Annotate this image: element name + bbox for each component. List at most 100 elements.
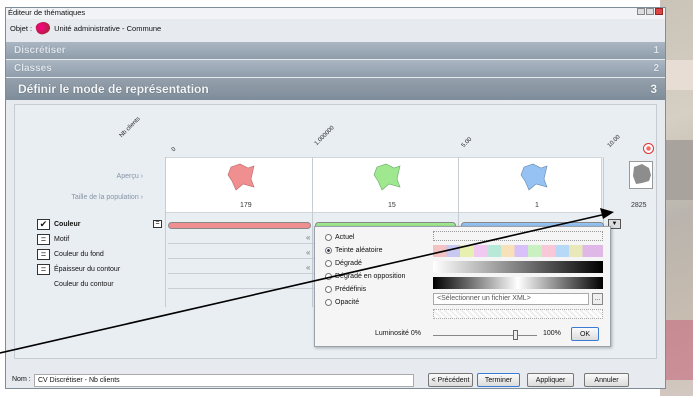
total-preview-box [629,161,653,189]
property-row-couleur-fond[interactable]: = Couleur du fond [37,248,187,261]
option-label: Opacité [335,299,360,306]
color-mode-popup: Actuel Teinte aléatoire Dégradé Dégradé … [314,226,611,347]
title-bar: Éditeur de thématiques [6,8,665,19]
option-degrade-opposition[interactable]: Dégradé en opposition [325,270,405,283]
step-discretiser[interactable]: Discrétiser 1 [6,42,665,59]
lum-max: 100% [543,330,561,337]
radio-icon [325,273,332,280]
previous-button[interactable]: < Précédent [428,373,473,387]
column-header: 10.00 [606,134,622,149]
object-type-icon [34,19,52,37]
step-representation: Définir le mode de représentation 3 [6,78,665,100]
bg-color-input[interactable] [168,247,316,259]
outline-color-input[interactable] [168,277,316,289]
luminosity-slider-track[interactable] [433,335,537,336]
color-chart-icon: ✔ [37,219,50,230]
option-label: Teinte aléatoire [335,247,383,254]
step-label: Classes [14,63,52,74]
browse-button[interactable]: … [592,293,603,305]
color-options: Actuel Teinte aléatoire Dégradé Dégradé … [325,231,405,309]
option-teinte-aleatoire[interactable]: Teinte aléatoire [325,244,405,257]
window-title: Éditeur de thématiques [8,8,86,17]
ok-button[interactable]: OK [571,327,599,341]
option-label: Dégradé en opposition [335,273,406,280]
step-classes[interactable]: Classes 2 [6,60,665,77]
xml-file-input[interactable]: <Sélectionner un fichier XML> [433,293,589,305]
preview-label: Aperçu › [116,173,143,180]
lum-min: 0% [410,330,421,337]
class-3-shape [520,163,548,191]
step-label: Définir le mode de représentation [18,82,209,96]
maximize-button[interactable] [646,8,654,15]
class-1-color-bar[interactable] [168,222,311,229]
column-header-first: Nb clients [118,116,142,139]
equals-icon: = [37,234,50,245]
collapse-icon[interactable]: « [306,263,310,272]
minimize-button[interactable] [637,8,645,15]
option-label: Actuel [335,234,355,241]
column-header: 1.000000 [313,125,336,147]
random-hue-swatch[interactable] [433,245,603,257]
radio-icon [325,260,332,267]
step-label: Discrétiser [14,45,66,56]
add-class-icon[interactable] [643,143,654,154]
collapse-icon[interactable]: « [306,233,310,242]
luminosity-label: Luminosité 0% [375,330,421,337]
population-value: 2825 [631,202,647,209]
radio-icon [325,234,332,241]
close-button[interactable] [655,8,663,15]
apply-button[interactable]: Appliquer [527,373,574,387]
motif-input[interactable] [168,232,316,244]
luminosity-slider-thumb[interactable] [513,330,519,340]
thickness-input[interactable] [168,262,316,274]
radio-checked-icon [325,247,332,254]
population-value: 1 [535,202,539,209]
opacity-swatch[interactable] [433,309,603,319]
equal-toggle-icon[interactable]: = [153,220,162,228]
thematic-editor-window: Éditeur de thématiques Objet : Unité adm… [5,7,666,389]
finish-button[interactable]: Terminer [477,373,520,387]
option-label: Prédéfinis [335,286,367,293]
total-shape [633,164,651,184]
window-controls [637,8,663,15]
property-row-couleur-contour[interactable]: Couleur du contour [37,278,187,291]
class-2-shape [373,163,401,191]
property-label: Couleur du fond [54,251,104,258]
object-label: Objet : [10,23,33,33]
column-header: 5.00 [460,136,474,149]
equals-icon: = [37,249,50,260]
step-number: 1 [653,45,659,56]
property-row-couleur[interactable]: ✔ Couleur [37,218,187,231]
option-actuel[interactable]: Actuel [325,231,405,244]
object-value: Unité administrative - Commune [54,23,162,33]
option-opacite[interactable]: Opacité [325,296,405,309]
current-color-preview [433,231,603,241]
property-row-motif[interactable]: = Motif [37,233,187,246]
name-label: Nom : [12,376,31,383]
population-label: Taille de la population › [71,194,143,201]
class-1-shape [227,163,255,191]
property-label: Couleur du contour [54,281,114,288]
property-label: Couleur [54,221,81,228]
cancel-button[interactable]: Annuler [584,373,629,387]
step-number: 3 [650,82,657,96]
property-label: Épaisseur du contour [54,266,121,273]
collapse-icon[interactable]: « [306,248,310,257]
option-degrade[interactable]: Dégradé [325,257,405,270]
name-input[interactable]: CV Discrétiser - Nb clients [34,374,414,387]
gradient-swatch[interactable] [433,261,603,273]
property-label: Motif [54,236,70,243]
step-number: 2 [653,63,659,74]
population-value: 179 [240,202,252,209]
option-label: Dégradé [335,260,362,267]
opposite-gradient-swatch[interactable] [433,277,603,289]
population-value: 15 [388,202,396,209]
footer-bar: Nom : CV Discrétiser - Nb clients < Préc… [6,373,665,389]
radio-icon [325,286,332,293]
object-row: Objet : Unité administrative - Commune [6,19,665,37]
radio-icon [325,299,332,306]
property-row-epaisseur[interactable]: = Épaisseur du contour [37,263,187,276]
column-header: 0 [170,146,178,153]
option-predefinis[interactable]: Prédéfinis [325,283,405,296]
equals-icon: = [37,264,50,275]
